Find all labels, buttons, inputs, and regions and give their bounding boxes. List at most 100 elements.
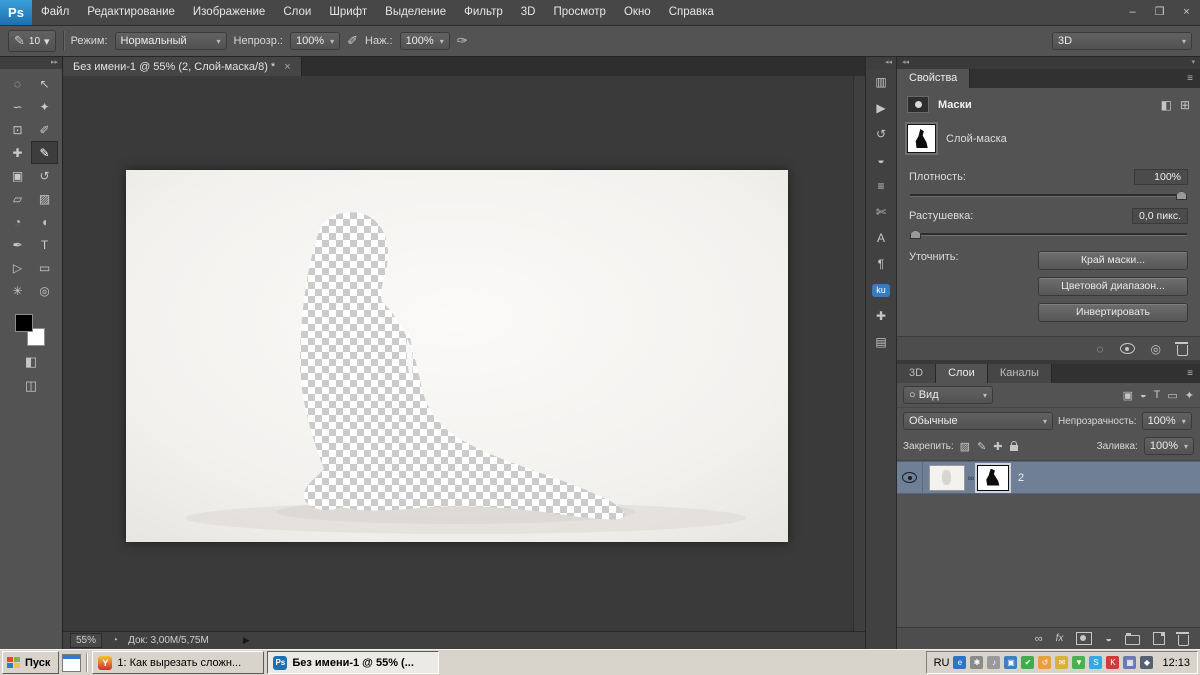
delete-mask-trash-icon[interactable] [1175, 341, 1188, 356]
lock-all-icon[interactable] [1009, 441, 1018, 451]
lasso-tool[interactable]: ∽ [4, 95, 31, 118]
dock-collapse-arrows[interactable]: ◂◂ [866, 57, 896, 69]
zoom-level-field[interactable]: 55% [70, 633, 103, 649]
opacity-select[interactable]: 100% ▾ [289, 32, 341, 50]
density-value-field[interactable]: 100% [1134, 169, 1188, 185]
quick-launch-icon[interactable] [62, 653, 82, 672]
move-tool[interactable]: ↖ [31, 72, 58, 95]
select-pixel-mask-icon[interactable]: ◧ [1161, 98, 1172, 112]
language-indicator[interactable]: RU [934, 657, 950, 669]
flow-select[interactable]: 100% ▾ [399, 32, 450, 50]
download-tray-icon[interactable]: ▼ [1072, 656, 1086, 670]
settings-tray-icon[interactable]: ✱ [970, 656, 984, 670]
layer-blend-mode-select[interactable]: Обычные ▾ [903, 412, 1053, 430]
layer-image-thumbnail[interactable] [929, 464, 965, 491]
density-slider-thumb[interactable] [1176, 191, 1187, 200]
tab-close-icon[interactable]: × [284, 61, 290, 73]
tab-layers[interactable]: Слои [936, 364, 988, 383]
eyedropper-tool[interactable]: ✐ [31, 118, 58, 141]
zoom-tool[interactable]: ◎ [31, 279, 58, 302]
measure-panel-icon[interactable]: ✚ [868, 303, 894, 329]
menu-image[interactable]: Изображение [184, 0, 274, 25]
airbrush-icon[interactable]: ✑ [457, 33, 468, 49]
display-tray-icon[interactable]: ▦ [1123, 656, 1137, 670]
adjustments-panel-icon[interactable]: ◒ [868, 147, 894, 173]
hand-tool[interactable]: ✳ [4, 279, 31, 302]
healing-brush-tool[interactable]: ✚ [4, 141, 31, 164]
task-button-photoshop[interactable]: Ps Без имени-1 @ 55% (... [267, 651, 440, 675]
panel-menu-icon[interactable]: ≡ [1187, 364, 1200, 383]
lock-position-icon[interactable]: ✚ [993, 440, 1002, 453]
notes-panel-icon[interactable]: ▤ [868, 329, 894, 355]
menu-file[interactable]: Файл [32, 0, 78, 25]
lock-transparency-icon[interactable]: ▨ [960, 440, 970, 453]
layer-filter-select[interactable]: ○ Вид ▾ [903, 386, 993, 404]
layer-fill-select[interactable]: 100% ▾ [1143, 437, 1194, 455]
tab-channels[interactable]: Каналы [987, 364, 1052, 383]
layer-mask-thumbnail-active[interactable] [977, 464, 1009, 491]
clock[interactable]: 12:13 [1162, 657, 1190, 669]
paragraph-panel-icon[interactable]: ¶ [868, 251, 894, 277]
tab-3d[interactable]: 3D [897, 364, 937, 383]
tablet-pressure-opacity-icon[interactable]: ✐ [347, 33, 358, 49]
filter-smart-object-icon[interactable]: ✦ [1185, 389, 1194, 402]
restore-button[interactable]: ❐ [1146, 0, 1173, 25]
filter-image-icon[interactable]: ▣ [1123, 389, 1133, 402]
quick-selection-tool[interactable]: ✦ [31, 95, 58, 118]
lock-pixels-icon[interactable]: ✎ [977, 440, 986, 453]
layer-visibility-cell[interactable] [897, 462, 923, 493]
character-panel-icon[interactable]: A [868, 225, 894, 251]
layer-mask-thumbnail[interactable] [907, 124, 936, 153]
actions-panel-icon[interactable]: ▶ [868, 95, 894, 121]
density-slider[interactable] [910, 189, 1187, 200]
eraser-tool[interactable]: ▱ [4, 187, 31, 210]
tab-properties[interactable]: Свойства [897, 69, 971, 88]
crop-tool[interactable]: ⊡ [4, 118, 31, 141]
filter-type-icon[interactable]: T [1154, 389, 1161, 402]
kuler-panel-icon[interactable]: ku [872, 283, 890, 297]
antivirus-tray-icon[interactable]: K [1106, 656, 1120, 670]
dodge-tool[interactable]: ◖ [31, 210, 58, 233]
update-tray-icon[interactable]: ↺ [1038, 656, 1052, 670]
quick-mask-icon[interactable]: ◧ [25, 354, 37, 370]
clone-stamp-tool[interactable]: ▣ [4, 164, 31, 187]
color-range-button[interactable]: Цветовой диапазон... [1038, 277, 1188, 296]
adjustment-layer-icon[interactable]: ◒ [1105, 633, 1112, 645]
elliptical-marquee-tool[interactable]: ◌ [4, 72, 31, 95]
feather-slider-thumb[interactable] [910, 230, 921, 239]
link-layers-icon[interactable]: ∞ [1035, 633, 1043, 645]
layer-opacity-select[interactable]: 100% ▾ [1141, 412, 1192, 430]
mask-edge-button[interactable]: Край маски... [1038, 251, 1188, 270]
layer-name[interactable]: 2 [1018, 472, 1024, 484]
add-vector-mask-icon[interactable]: ⊞ [1180, 98, 1190, 112]
panel-menu-icon[interactable]: ≡ [1187, 69, 1200, 88]
filter-adjustment-icon[interactable]: ◒ [1140, 389, 1147, 402]
document-tab[interactable]: Без имени-1 @ 55% (2, Слой-маска/8) * × [63, 57, 302, 76]
canvas-image[interactable] [126, 170, 788, 542]
layer-row-selected[interactable]: ∞ 2 [897, 461, 1200, 494]
gradient-tool[interactable]: ▨ [31, 187, 58, 210]
history-panel-icon[interactable]: ↺ [868, 121, 894, 147]
blur-tool[interactable]: ◔ [4, 210, 31, 233]
invert-button[interactable]: Инвертировать [1038, 303, 1188, 322]
network-tray-icon[interactable]: ▣ [1004, 656, 1018, 670]
menu-edit[interactable]: Редактирование [78, 0, 184, 25]
menu-help[interactable]: Справка [660, 0, 723, 25]
type-tool[interactable]: T [31, 233, 58, 256]
blend-mode-select[interactable]: Нормальный ▾ [114, 32, 227, 50]
status-menu-arrow-icon[interactable]: ▶ [243, 635, 250, 646]
add-layer-mask-icon[interactable] [1076, 632, 1093, 646]
path-selection-tool[interactable]: ▷ [4, 256, 31, 279]
menu-window[interactable]: Окно [615, 0, 660, 25]
mask-link-icon[interactable]: ∞ [965, 473, 977, 483]
start-button[interactable]: Пуск [2, 651, 60, 675]
history-brush-tool[interactable]: ↺ [31, 164, 58, 187]
panels-collapse-bar[interactable]: ◂◂ ▾ [897, 57, 1200, 69]
feather-slider[interactable] [910, 228, 1187, 239]
usb-tray-icon[interactable]: ◆ [1140, 656, 1154, 670]
menu-layers[interactable]: Слои [274, 0, 320, 25]
close-button[interactable]: × [1173, 0, 1200, 25]
menu-view[interactable]: Просмотр [544, 0, 615, 25]
security-tray-icon[interactable]: ✔ [1021, 656, 1035, 670]
new-layer-icon[interactable] [1153, 632, 1165, 646]
